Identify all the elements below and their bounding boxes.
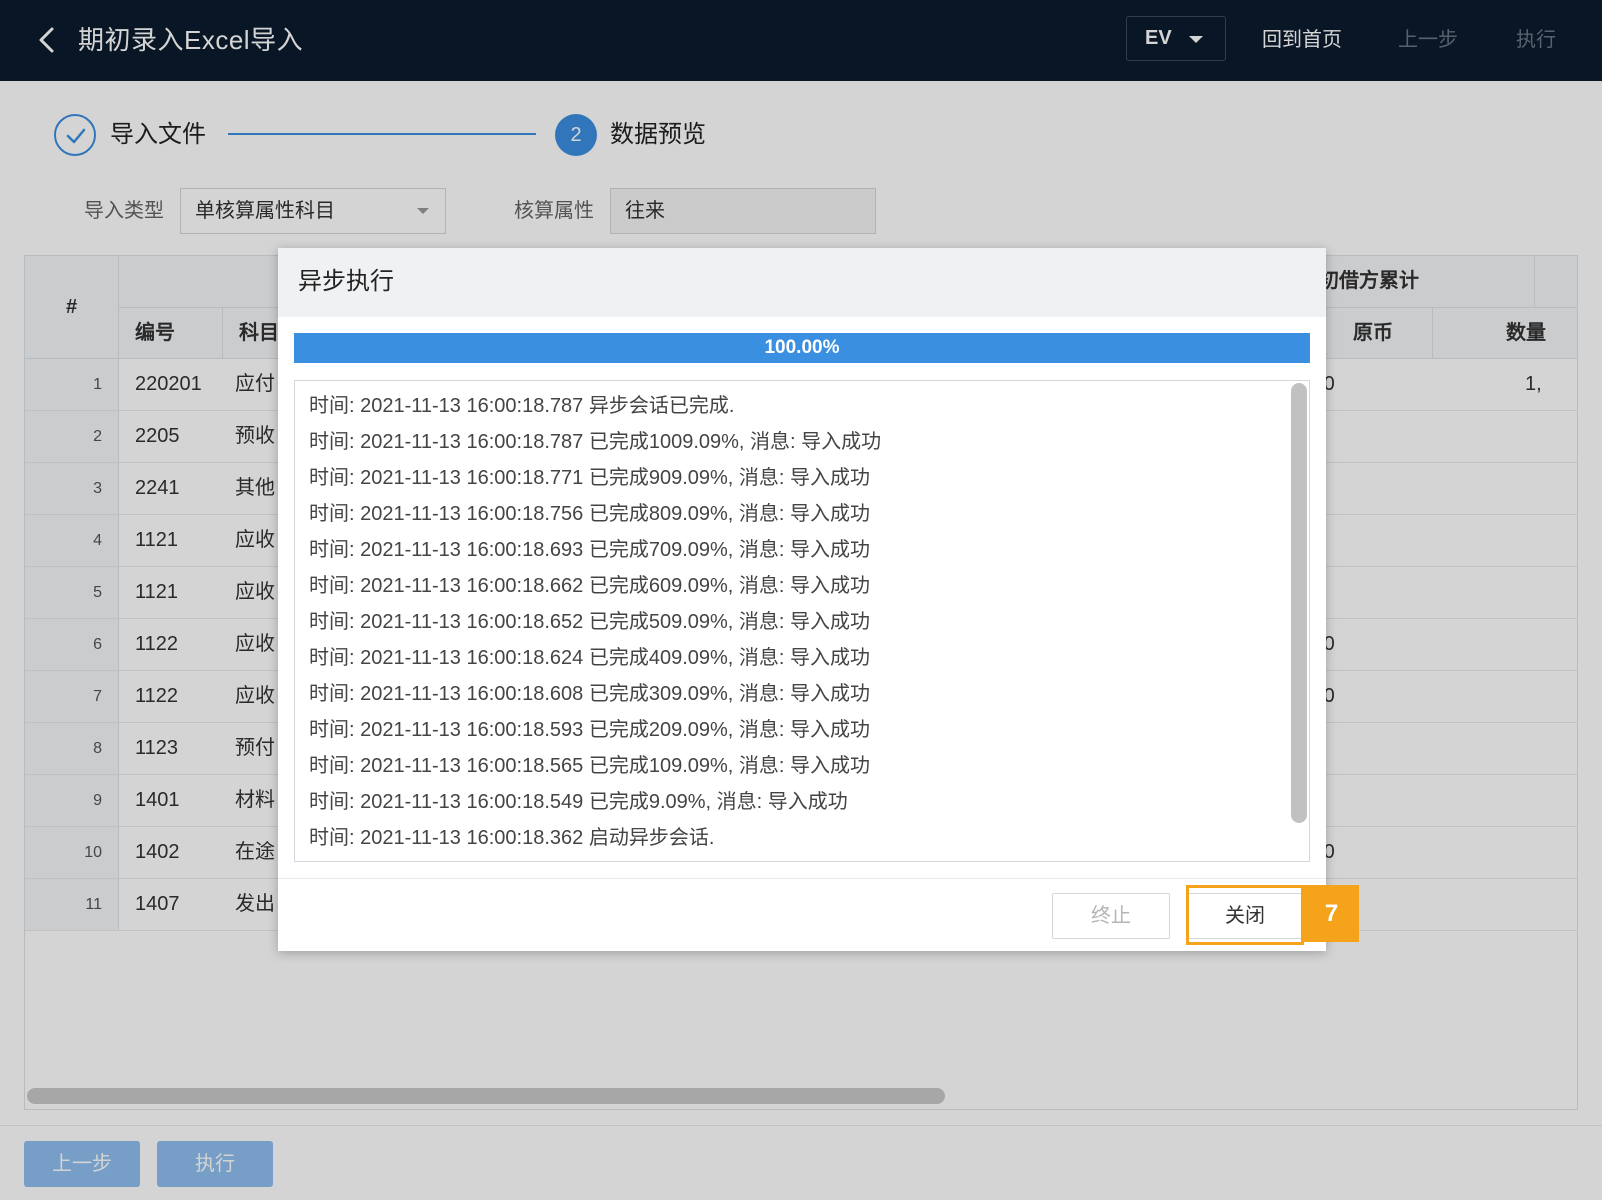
log-panel: 时间: 2021-11-13 16:00:18.787 异步会话已完成. 时间: … bbox=[294, 380, 1310, 862]
log-line: 时间: 2021-11-13 16:00:18.693 已完成709.09%, … bbox=[309, 539, 871, 561]
log-line: 时间: 2021-11-13 16:00:18.362 启动异步会话. bbox=[309, 827, 715, 849]
log-line: 时间: 2021-11-13 16:00:18.771 已完成909.09%, … bbox=[309, 467, 871, 489]
log-line: 时间: 2021-11-13 16:00:18.756 已完成809.09%, … bbox=[309, 503, 871, 525]
dialog-header: 异步执行 bbox=[278, 248, 1326, 317]
log-line: 时间: 2021-11-13 16:00:18.787 已完成1009.09%,… bbox=[309, 431, 882, 453]
progress-bar: 100.00% bbox=[294, 333, 1310, 363]
log-line: 时间: 2021-11-13 16:00:18.608 已完成309.09%, … bbox=[309, 683, 871, 705]
log-line: 时间: 2021-11-13 16:00:18.652 已完成509.09%, … bbox=[309, 611, 871, 633]
log-line: 时间: 2021-11-13 16:00:18.565 已完成109.09%, … bbox=[309, 755, 871, 777]
log-line: 时间: 2021-11-13 16:00:18.624 已完成409.09%, … bbox=[309, 647, 871, 669]
vertical-scrollbar[interactable] bbox=[1291, 383, 1307, 823]
stop-button[interactable]: 终止 bbox=[1052, 893, 1170, 939]
log-line: 时间: 2021-11-13 16:00:18.787 异步会话已完成. bbox=[309, 395, 735, 417]
step-number-badge: 7 bbox=[1304, 885, 1359, 942]
step-highlight-box bbox=[1186, 885, 1304, 945]
dialog-footer-divider bbox=[278, 878, 1326, 879]
async-exec-dialog: 异步执行 100.00% 时间: 2021-11-13 16:00:18.787… bbox=[278, 248, 1326, 951]
log-line: 时间: 2021-11-13 16:00:18.593 已完成209.09%, … bbox=[309, 719, 871, 741]
log-line: 时间: 2021-11-13 16:00:18.662 已完成609.09%, … bbox=[309, 575, 871, 597]
log-line: 时间: 2021-11-13 16:00:18.549 已完成9.09%, 消息… bbox=[309, 791, 848, 813]
dialog-title: 异步执行 bbox=[298, 268, 394, 295]
